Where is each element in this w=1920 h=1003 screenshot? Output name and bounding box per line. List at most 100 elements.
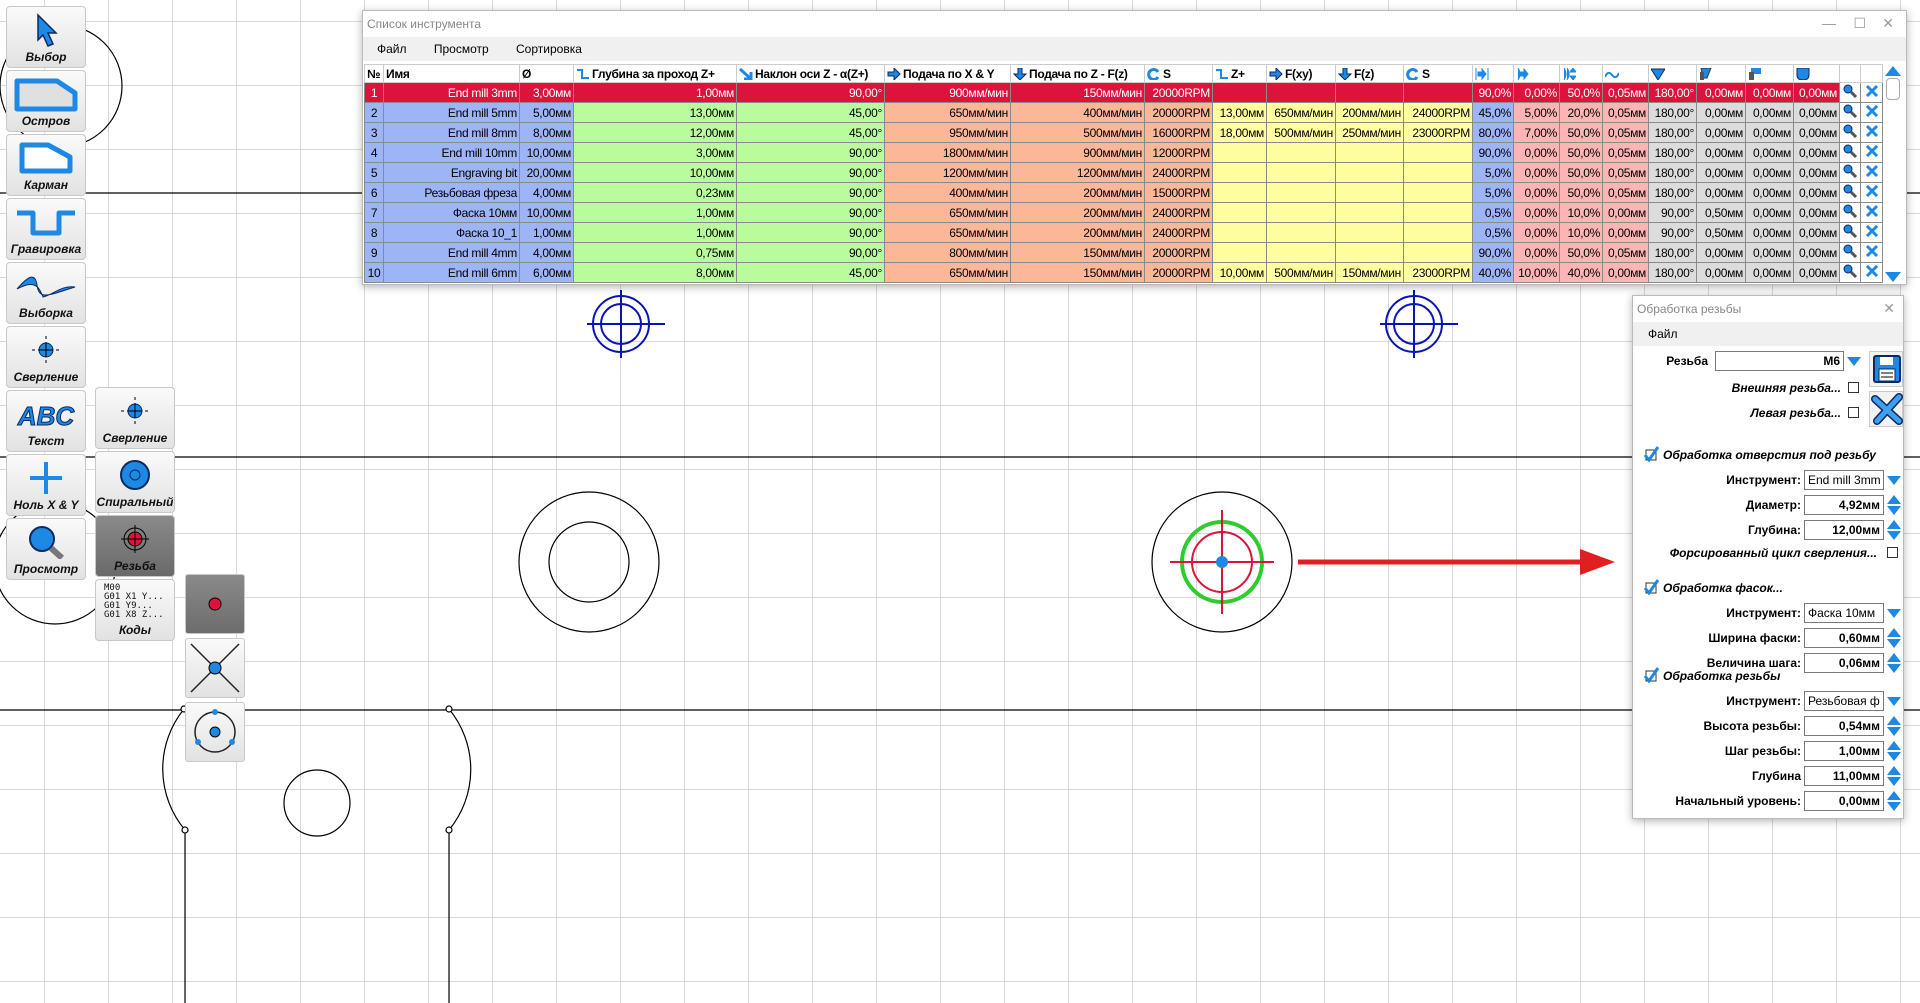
table-cell[interactable] [1212, 82, 1267, 103]
table-cell[interactable]: 0,00мм [1696, 262, 1746, 283]
table-cell[interactable]: 0,00мм [1793, 182, 1840, 203]
column-header[interactable] [1559, 64, 1603, 83]
table-cell[interactable]: 950мм/мин [884, 122, 1011, 143]
chamfer-width-input[interactable]: 0,60мм [1804, 628, 1884, 648]
spinner-arrows-icon[interactable] [1887, 741, 1901, 761]
dropdown-arrow-icon[interactable] [1887, 697, 1901, 706]
table-cell[interactable]: 180,00° [1648, 262, 1697, 283]
tool-button-cursor[interactable]: Выбор [6, 6, 86, 68]
table-cell[interactable]: 90,0% [1472, 82, 1514, 103]
column-header[interactable]: S [1144, 64, 1213, 83]
table-cell[interactable]: 5,00мм [519, 102, 574, 123]
table-cell[interactable]: 90,00° [736, 182, 885, 203]
table-row[interactable]: 1 End mill 3mm 3,00мм 1,00мм 90,00° 900мм/мин… [364, 82, 1883, 103]
table-cell[interactable]: End mill 5mm [383, 102, 520, 123]
table-cell[interactable] [1212, 222, 1267, 243]
table-cell[interactable]: 0,00% [1513, 142, 1560, 163]
table-cell[interactable] [1335, 182, 1404, 203]
table-cell[interactable]: 40,0% [1559, 262, 1603, 283]
menu-file[interactable]: Файл [377, 42, 407, 56]
table-cell[interactable]: 0,00% [1513, 82, 1560, 103]
table-cell[interactable]: 90,00° [736, 162, 885, 183]
table-cell[interactable]: 10,00% [1513, 262, 1560, 283]
tool-button-engraving[interactable]: Гравировка [6, 198, 86, 260]
drill-mode-button-spiral[interactable]: Спиральный [95, 451, 175, 513]
table-cell[interactable]: 20000RPM [1144, 262, 1213, 283]
spinner-arrows-icon[interactable] [1887, 628, 1901, 648]
table-cell[interactable]: 5,0% [1472, 182, 1514, 203]
table-cell[interactable] [1403, 162, 1473, 183]
scroll-up-icon[interactable] [1885, 66, 1901, 76]
table-cell[interactable] [1335, 222, 1404, 243]
table-cell[interactable]: 1800мм/мин [884, 142, 1011, 163]
table-cell[interactable]: End mill 4mm [383, 242, 520, 263]
table-cell[interactable]: 0,00% [1513, 182, 1560, 203]
table-cell[interactable]: 90,00° [736, 82, 885, 103]
table-cell[interactable]: 0,00мм [1793, 242, 1840, 263]
table-cell[interactable]: 180,00° [1648, 102, 1697, 123]
table-cell[interactable]: 0,00мм [1745, 162, 1794, 183]
delete-tool-button[interactable] [1860, 162, 1883, 183]
table-row[interactable]: 7 Фаска 10мм 10,00мм 1,00мм 90,00° 650мм/мин 2… [364, 202, 1883, 223]
table-cell[interactable]: End mill 6mm [383, 262, 520, 283]
table-cell[interactable] [1266, 162, 1336, 183]
column-header[interactable]: S [1403, 64, 1473, 83]
table-cell[interactable] [1212, 182, 1267, 203]
search-tool-button[interactable] [1839, 142, 1861, 163]
table-cell[interactable]: 0,00% [1513, 162, 1560, 183]
thread-depth-input[interactable]: 11,00мм [1804, 766, 1884, 786]
table-cell[interactable]: 6 [364, 182, 384, 203]
table-cell[interactable]: 200мм/мин [1335, 102, 1404, 123]
tool-button-text[interactable]: ABC Текст [6, 390, 86, 452]
table-cell[interactable]: 900мм/мин [1010, 142, 1145, 163]
table-cell[interactable]: 0,00мм [1793, 122, 1840, 143]
table-cell[interactable] [1403, 82, 1473, 103]
table-cell[interactable]: Резьбовая фреза [383, 182, 520, 203]
table-cell[interactable]: 180,00° [1648, 242, 1697, 263]
delete-tool-button[interactable] [1860, 122, 1883, 143]
table-cell[interactable]: 9 [364, 242, 384, 263]
chamfer-tool-input[interactable]: Фаска 10мм [1804, 603, 1884, 623]
spinner-arrows-icon[interactable] [1887, 766, 1901, 786]
table-cell[interactable]: 0,05мм [1602, 142, 1649, 163]
table-cell[interactable]: 180,00° [1648, 122, 1697, 143]
table-cell[interactable]: 0,75мм [573, 242, 737, 263]
table-cell[interactable]: 0,00мм [1745, 262, 1794, 283]
point-button[interactable] [185, 574, 245, 634]
table-cell[interactable]: 0,00мм [1602, 222, 1649, 243]
table-cell[interactable]: 8 [364, 222, 384, 243]
column-header[interactable]: Наклон оси Z - α(Z+) [736, 64, 885, 83]
table-cell[interactable]: 0,00мм [1745, 242, 1794, 263]
table-row[interactable]: 10 End mill 6mm 6,00мм 8,00мм 45,00° 650мм/ми… [364, 262, 1883, 283]
column-header[interactable] [1696, 64, 1746, 83]
table-cell[interactable]: 0,00% [1513, 242, 1560, 263]
table-cell[interactable]: 200мм/мин [1010, 182, 1145, 203]
tool-button-zero-xy[interactable]: Ноль X & Y [6, 454, 86, 516]
table-cell[interactable]: 650мм/мин [1266, 102, 1336, 123]
thread-tool-input[interactable]: Резьбовая ф [1804, 691, 1884, 711]
table-row[interactable]: 3 End mill 8mm 8,00мм 12,00мм 45,00° 950мм/ми… [364, 122, 1883, 143]
table-cell[interactable]: 4,00мм [519, 182, 574, 203]
drill-mode-button-drilling[interactable]: Сверление [95, 387, 175, 449]
table-cell[interactable]: 7,00% [1513, 122, 1560, 143]
table-cell[interactable]: 200мм/мин [1010, 222, 1145, 243]
spinner-arrows-icon[interactable] [1887, 716, 1901, 736]
delete-tool-button[interactable] [1860, 262, 1883, 283]
table-cell[interactable] [1403, 142, 1473, 163]
table-cell[interactable]: 12,00мм [573, 122, 737, 143]
table-cell[interactable]: 5,00% [1513, 102, 1560, 123]
table-cell[interactable]: 500мм/мин [1266, 122, 1336, 143]
table-cell[interactable]: 90,00° [1648, 222, 1697, 243]
table-cell[interactable] [1335, 142, 1404, 163]
table-cell[interactable]: 150мм/мин [1335, 262, 1404, 283]
table-cell[interactable]: 0,05мм [1602, 162, 1649, 183]
table-cell[interactable]: 18,00мм [1212, 122, 1267, 143]
table-cell[interactable]: 650мм/мин [884, 102, 1011, 123]
table-cell[interactable] [1335, 82, 1404, 103]
table-cell[interactable]: 45,0% [1472, 102, 1514, 123]
table-cell[interactable]: Фаска 10_1 [383, 222, 520, 243]
table-cell[interactable]: 400мм/мин [884, 182, 1011, 203]
search-tool-button[interactable] [1839, 262, 1861, 283]
table-cell[interactable]: 0,00мм [1793, 222, 1840, 243]
tool-button-island[interactable]: Остров [6, 70, 86, 132]
